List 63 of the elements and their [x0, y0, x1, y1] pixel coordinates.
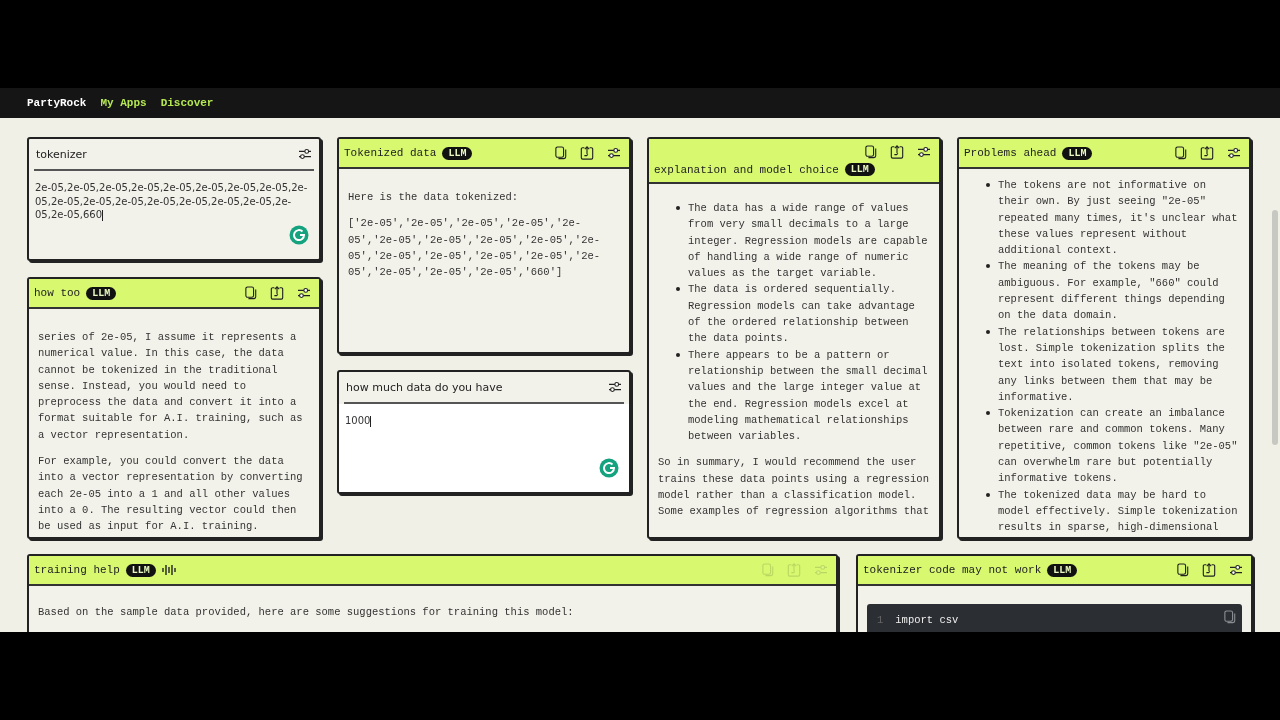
line-number: 1 [877, 613, 884, 628]
llm-badge: LLM [125, 563, 156, 577]
export-icon[interactable] [1200, 146, 1214, 160]
card-title: training help [34, 564, 120, 576]
list-item-text: The meaning of the tokens may be ambiguous. For example, "660" could represent different things depending on the data domain. [998, 259, 1226, 324]
bullet-dot [676, 287, 680, 292]
list-item-text: The tokenized data may be hard to model effectively. Simple tokenization results in sparse, high-dimensional [998, 487, 1239, 536]
bullet-dot [986, 264, 990, 269]
export-icon[interactable] [1202, 563, 1216, 577]
copy-icon[interactable] [245, 286, 257, 300]
settings-icon[interactable] [607, 147, 621, 159]
copy-icon[interactable] [1175, 146, 1187, 160]
bullet-dot [986, 492, 990, 497]
bullet-dot [676, 206, 680, 210]
llm-badge: LLM [844, 163, 875, 176]
input-field[interactable]: 2e-05,2e-05,2e-05,2e-05,2e-05,2e-05,2e-05,2e-05,2e-05,2e-05,2e-05,2e-05,2e-05,2e-05,2e-05,2e-05,2e-05,2e-05,660 [35, 181, 313, 222]
copy-icon[interactable] [865, 145, 877, 159]
export-icon[interactable] [580, 146, 594, 160]
body-text: ['2e-05','2e-05','2e-05','2e-05','2e-05','2e-05','2e-05','2e-05','2e-05','2e-05','2e-05','2e-05','2e-05','2e-05','2e-05','2e-05','2e-05','2e-05','660'] [348, 216, 602, 281]
list-item-text: The data is ordered sequentially. Regression models can take advantage of the ordered relationship between the data points. [688, 282, 916, 347]
body-text: So in summary, I would recommend the user trains these data points using a regression model rather than a classification model. Some examples of regression algorithms that [658, 455, 930, 520]
card-title: how much data do you have [346, 380, 503, 394]
grammar-assistant-icon[interactable] [289, 225, 309, 245]
body-text: Here is the data tokenized: [348, 190, 520, 205]
llm-badge: LLM [1062, 146, 1093, 160]
export-icon[interactable] [890, 145, 904, 159]
body-text: Based on the sample data provided, here are some suggestions for training this model: [38, 605, 575, 620]
settings-icon[interactable] [297, 287, 311, 299]
settings-icon[interactable] [608, 381, 622, 393]
nav-link[interactable]: Discover [160, 97, 214, 109]
nav-link[interactable]: My Apps [100, 97, 147, 109]
copy-icon[interactable] [1177, 563, 1189, 577]
list-item-text: The tokens are not informative on their own. By just seeing "2e-05" repeated many times, it's unclear what these values represent without additional context. [998, 178, 1239, 259]
card-title: Tokenized data [344, 147, 437, 159]
card-title: explanation and model choice [654, 163, 839, 176]
bullet-dot [676, 352, 680, 357]
brand-link[interactable]: PartyRock [27, 97, 87, 109]
code-line: import csv [895, 613, 959, 628]
settings-icon[interactable] [1227, 147, 1241, 159]
input-field[interactable]: 1000 [345, 414, 623, 428]
list-item-text: The data has a wide range of values from very small decimals to a large integer. Regression models are capable of handling a wide range of numeric values as the target variable. [688, 201, 929, 282]
llm-badge: LLM [86, 286, 117, 300]
settings-icon[interactable] [1229, 564, 1243, 576]
card-title: tokenizer code may not work [863, 564, 1042, 576]
list-item-text: Tokenization can create an imbalance between rare and common tokens. Many repetitive, common tokens like "2e-05" can overwhelm rare but potentially informative tokens. [998, 406, 1239, 487]
bullet-dot [986, 183, 990, 187]
waveform-icon[interactable] [161, 564, 176, 576]
body-text: series of 2e-05, I assume it represents a numerical value. In this case, the data cannot be tokenized in the traditional sense. Instead, you would need to preprocess the data and convert it into a format suitable for A.I. training, such as a vector representation. [38, 330, 304, 443]
card-title: tokenizer [36, 147, 87, 161]
list-item-text: The relationships between tokens are lost. Simple tokenization splits the text into isolated tokens, removing any links between them that may be informative. [998, 324, 1226, 405]
card-title: how too [34, 287, 81, 299]
llm-badge: LLM [1047, 563, 1078, 577]
settings-icon[interactable] [917, 146, 931, 158]
card-title: Problems ahead [964, 147, 1057, 159]
export-icon[interactable] [270, 286, 284, 300]
list-item-text: There appears to be a pattern or relationship between the small decimal values and the large integer value at the end. Regression models excel at modeling mathematical relationships between variables. [688, 347, 929, 445]
bullet-dot [986, 411, 990, 416]
copy-icon[interactable] [555, 146, 567, 160]
settings-icon[interactable] [298, 148, 312, 160]
grammar-assistant-icon[interactable] [599, 458, 619, 478]
bullet-dot [986, 329, 990, 334]
llm-badge: LLM [442, 146, 473, 160]
body-text: For example, you could convert the data into a vector representation by converting each 2e-05 into a 1 and all other values into a 0. The resulting vector could then be used as input for A.I. training. [38, 454, 304, 535]
